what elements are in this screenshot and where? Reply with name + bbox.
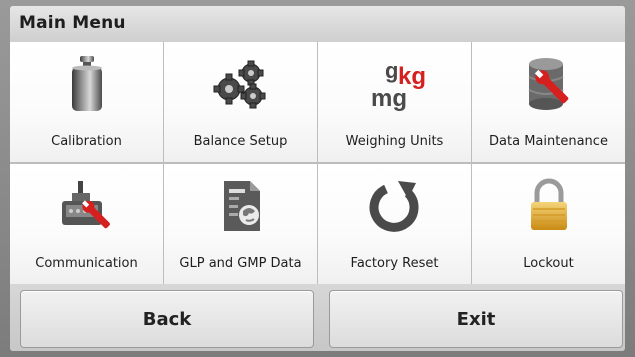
document-globe-icon xyxy=(164,174,317,238)
connector-wrench-icon xyxy=(10,174,163,238)
padlock-icon xyxy=(472,174,625,238)
footer-bar: Back Exit xyxy=(10,284,625,351)
units-mg-text: mg xyxy=(371,85,407,112)
menu-item-label: Lockout xyxy=(523,256,574,271)
back-button[interactable]: Back xyxy=(20,290,314,348)
menu-item-calibration[interactable]: Calibration xyxy=(10,42,163,162)
menu-item-data-maintenance[interactable]: Data Maintenance xyxy=(472,42,625,162)
menu-item-communication[interactable]: Communication xyxy=(10,164,163,284)
page-title: Main Menu xyxy=(19,13,126,33)
menu-item-label: Weighing Units xyxy=(345,134,444,149)
device-frame: Main Menu Calibration Balance Setup g kg… xyxy=(0,0,635,357)
database-wrench-icon xyxy=(472,52,625,116)
menu-item-label: Communication xyxy=(35,256,138,271)
calibration-weight-icon xyxy=(10,52,163,116)
menu-grid: Calibration Balance Setup g kg mg Weighi… xyxy=(10,42,625,284)
menu-item-label: Calibration xyxy=(51,134,122,149)
menu-item-lockout[interactable]: Lockout xyxy=(472,164,625,284)
menu-item-factory-reset[interactable]: Factory Reset xyxy=(318,164,471,284)
menu-item-weighing-units[interactable]: g kg mg Weighing Units xyxy=(318,42,471,162)
gears-icon xyxy=(164,52,317,116)
exit-button[interactable]: Exit xyxy=(329,290,623,348)
menu-item-label: Data Maintenance xyxy=(489,134,608,149)
menu-item-label: Factory Reset xyxy=(350,256,439,271)
menu-item-label: Balance Setup xyxy=(193,134,288,149)
screen: Main Menu Calibration Balance Setup g kg… xyxy=(10,6,625,351)
units-icon: g kg mg xyxy=(318,52,471,116)
header-bar: Main Menu xyxy=(10,6,625,43)
menu-item-balance-setup[interactable]: Balance Setup xyxy=(164,42,317,162)
menu-item-glp-gmp-data[interactable]: GLP and GMP Data xyxy=(164,164,317,284)
units-g-text: g xyxy=(385,58,398,83)
reset-arrow-icon xyxy=(318,174,471,238)
menu-item-label: GLP and GMP Data xyxy=(179,256,302,271)
